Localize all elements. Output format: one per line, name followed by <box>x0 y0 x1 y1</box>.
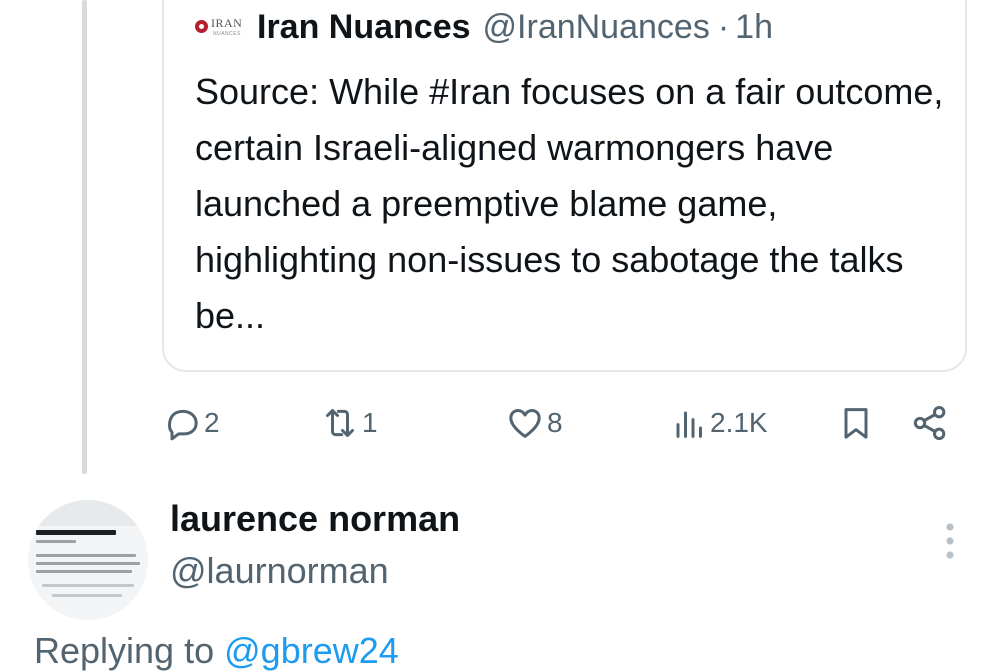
avatar[interactable] <box>28 500 148 620</box>
reply-button[interactable]: 2 <box>162 398 220 448</box>
reply-icon <box>168 409 198 441</box>
repost-icon <box>326 409 354 437</box>
quoted-timestamp[interactable]: 1h <box>735 8 773 47</box>
repost-count: 1 <box>362 407 378 438</box>
reply-author-name[interactable]: laurence norman <box>170 498 460 540</box>
iran-nuances-logo[interactable]: IRAN NUANCES <box>195 10 247 44</box>
share-icon <box>913 406 946 440</box>
more-vertical-icon <box>946 523 954 559</box>
logo-mark-icon <box>195 20 208 33</box>
share-button[interactable] <box>910 398 950 448</box>
meta-separator: · <box>717 7 730 46</box>
logo-text: IRAN <box>211 16 243 30</box>
logo-subtext: NUANCES <box>213 31 241 37</box>
more-options-button[interactable] <box>930 518 970 566</box>
quoted-tweet-text: Source: While #Iran focuses on a fair ou… <box>195 71 944 336</box>
reply-count: 2 <box>204 407 220 438</box>
bookmark-icon <box>844 408 868 439</box>
like-button[interactable]: 8 <box>505 398 563 448</box>
reply-author-handle[interactable]: @laurnorman <box>170 550 389 592</box>
quoted-tweet-header: IRAN NUANCES Iran Nuances @IranNuances ·… <box>195 4 773 50</box>
views-icon <box>676 411 702 438</box>
replying-to-mention-link[interactable]: @gbrew24 <box>224 630 399 671</box>
views-button[interactable]: 2.1K <box>668 398 768 448</box>
like-icon <box>509 409 541 438</box>
replying-to-label: Replying to <box>34 630 215 671</box>
replying-to-line: Replying to @gbrew24 <box>34 630 399 672</box>
bookmark-button[interactable] <box>836 398 876 448</box>
thread-connector-line <box>82 0 87 474</box>
like-count: 8 <box>547 407 563 438</box>
quoted-author-handle[interactable]: @IranNuances <box>483 8 710 47</box>
views-count: 2.1K <box>710 407 768 438</box>
quoted-author-name[interactable]: Iran Nuances <box>257 8 471 47</box>
repost-button[interactable]: 1 <box>320 398 378 448</box>
